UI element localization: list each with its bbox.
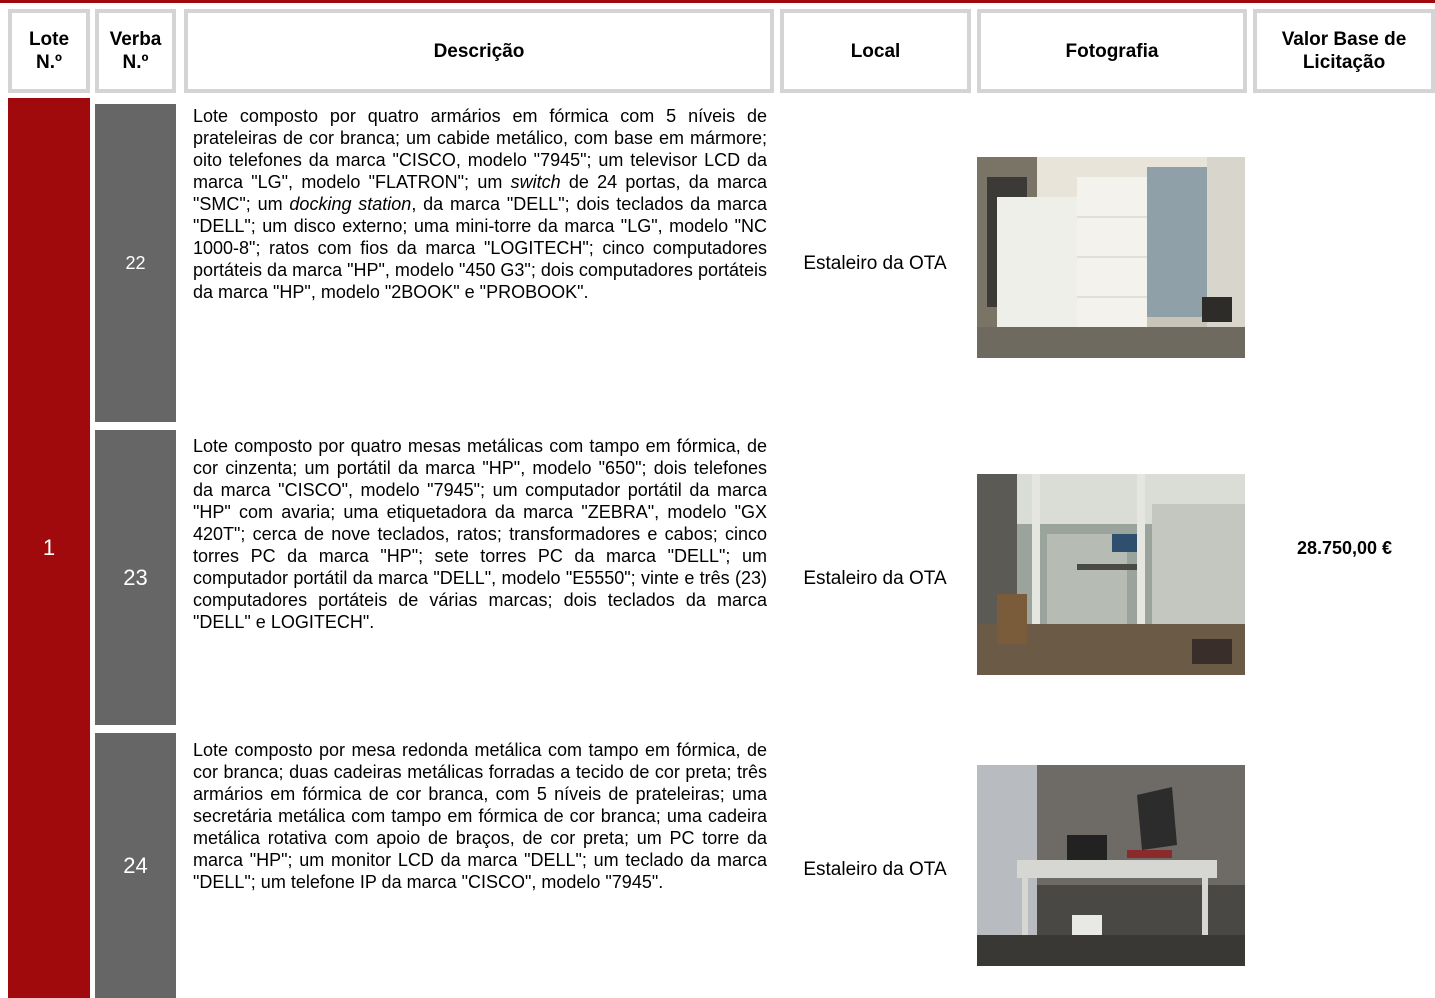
verba-cell-24: 24 xyxy=(95,733,176,998)
header-valor: Valor Base de Licitação xyxy=(1253,9,1435,93)
header-lote: Lote N.º xyxy=(8,9,90,93)
desk-corner-photo xyxy=(977,765,1245,966)
lote-number-cell: 1 xyxy=(8,98,90,998)
header-valor-label: Valor Base de Licitação xyxy=(1281,29,1407,73)
header-verba-label: Verba N.º xyxy=(109,29,162,73)
verba-number: 23 xyxy=(123,564,148,590)
header-local-label: Local xyxy=(850,40,901,62)
header-lote-label: Lote N.º xyxy=(28,29,70,73)
office-cabinets-photo xyxy=(977,157,1245,358)
top-rule xyxy=(0,0,1435,3)
header-fotografia: Fotografia xyxy=(977,9,1247,93)
verba-23-description: Lote composto por quatro mesas metálicas… xyxy=(193,436,767,632)
verba-number: 24 xyxy=(123,852,148,878)
verba-cell-23: 23 xyxy=(95,430,176,725)
lote-number: 1 xyxy=(42,535,56,560)
glass-office-photo xyxy=(977,474,1245,675)
header-descricao: Descrição xyxy=(184,9,774,93)
verba-24-description: Lote composto por mesa redonda metálica … xyxy=(193,740,767,892)
verba-22-local: Estaleiro da OTA xyxy=(803,253,947,274)
valor-base-licitacao: 28.750,00 € xyxy=(1296,538,1393,558)
verba-24-local: Estaleiro da OTA xyxy=(803,859,947,880)
header-local: Local xyxy=(780,9,971,93)
header-fotografia-label: Fotografia xyxy=(1065,40,1159,62)
verba-22-description: Lote composto por quatro armários em fór… xyxy=(193,106,767,302)
header-descricao-label: Descrição xyxy=(433,40,525,62)
verba-23-local: Estaleiro da OTA xyxy=(803,568,947,589)
header-verba: Verba N.º xyxy=(95,9,176,93)
verba-number: 22 xyxy=(125,252,146,273)
verba-cell-22: 22 xyxy=(95,104,176,422)
